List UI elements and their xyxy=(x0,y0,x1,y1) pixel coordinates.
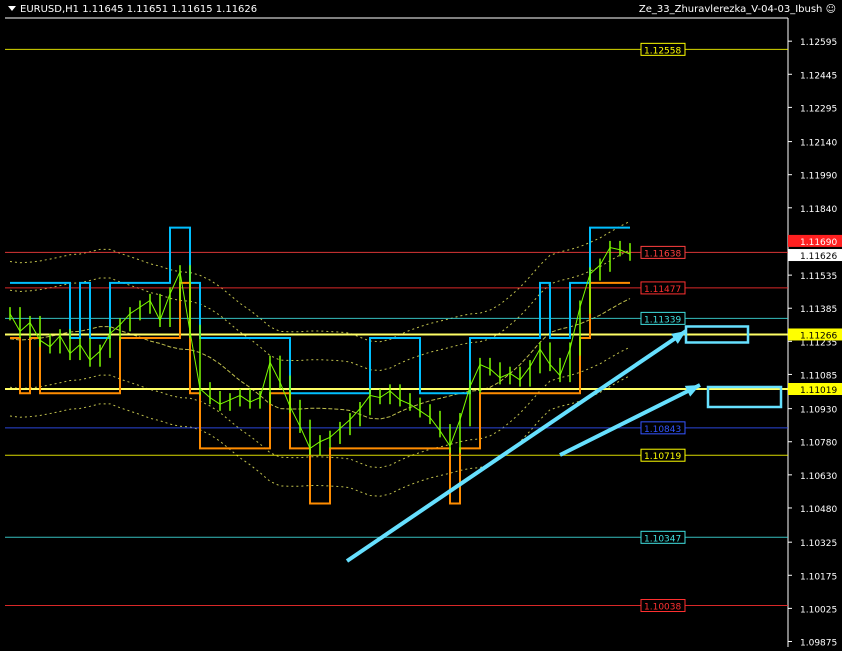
y-tick-label: 1.11990 xyxy=(800,172,837,182)
y-tick-label: 1.10780 xyxy=(800,439,837,449)
y-tick-label: 1.10630 xyxy=(800,472,837,482)
y-tick-label: 1.10930 xyxy=(800,406,837,416)
indicator-name: Ze_33_Zhuravlerezka_V-04-03_Ibush xyxy=(638,4,823,15)
y-tick-label: 1.12295 xyxy=(800,104,837,114)
symbol-info: EURUSD,H1 1.11645 1.11651 1.11615 1.1162… xyxy=(8,4,257,15)
smiley-icon: ☺ xyxy=(825,4,836,15)
level-label: 1.12558 xyxy=(644,46,681,56)
price-tag-label: 1.11266 xyxy=(800,331,837,341)
y-tick-label: 1.10480 xyxy=(800,505,837,515)
level-label: 1.11638 xyxy=(644,249,681,259)
level-label: 1.11477 xyxy=(644,285,681,295)
level-label: 1.10038 xyxy=(644,603,681,613)
y-tick-label: 1.10325 xyxy=(800,539,837,549)
y-tick-label: 1.11085 xyxy=(800,371,837,381)
chart-canvas[interactable]: 1.12558 1.11638 1.11477 1.11339 1.10843 1.107… xyxy=(0,0,842,648)
level-label: 1.10843 xyxy=(644,425,681,435)
y-tick-label: 1.10175 xyxy=(800,572,837,582)
y-tick-label: 1.12445 xyxy=(800,71,837,81)
level-label: 1.10719 xyxy=(644,452,681,462)
y-tick-label: 1.11535 xyxy=(800,272,837,282)
level-label: 1.11339 xyxy=(644,315,681,325)
price-tag-label: 1.11019 xyxy=(800,386,837,396)
indicator-info: Ze_33_Zhuravlerezka_V-04-03_Ibush ☺ xyxy=(639,4,836,15)
price-tag-label: 1.11690 xyxy=(800,238,837,248)
price-chart[interactable]: 1.12558 1.11638 1.11477 1.11339 1.10843 1.107… xyxy=(0,0,842,648)
symbol-line: EURUSD,H1 1.11645 1.11651 1.11615 1.1162… xyxy=(20,4,258,15)
price-tag-label: 1.11626 xyxy=(800,252,837,262)
y-tick-label: 1.09875 xyxy=(800,638,837,647)
collapse-triangle-icon[interactable] xyxy=(8,6,16,11)
level-label: 1.10347 xyxy=(644,534,681,544)
y-tick-label: 1.12140 xyxy=(800,139,837,149)
y-tick-label: 1.11840 xyxy=(800,205,837,215)
y-tick-label: 1.11385 xyxy=(800,305,837,315)
y-tick-label: 1.10025 xyxy=(800,605,837,615)
y-tick-label: 1.12595 xyxy=(800,38,837,48)
